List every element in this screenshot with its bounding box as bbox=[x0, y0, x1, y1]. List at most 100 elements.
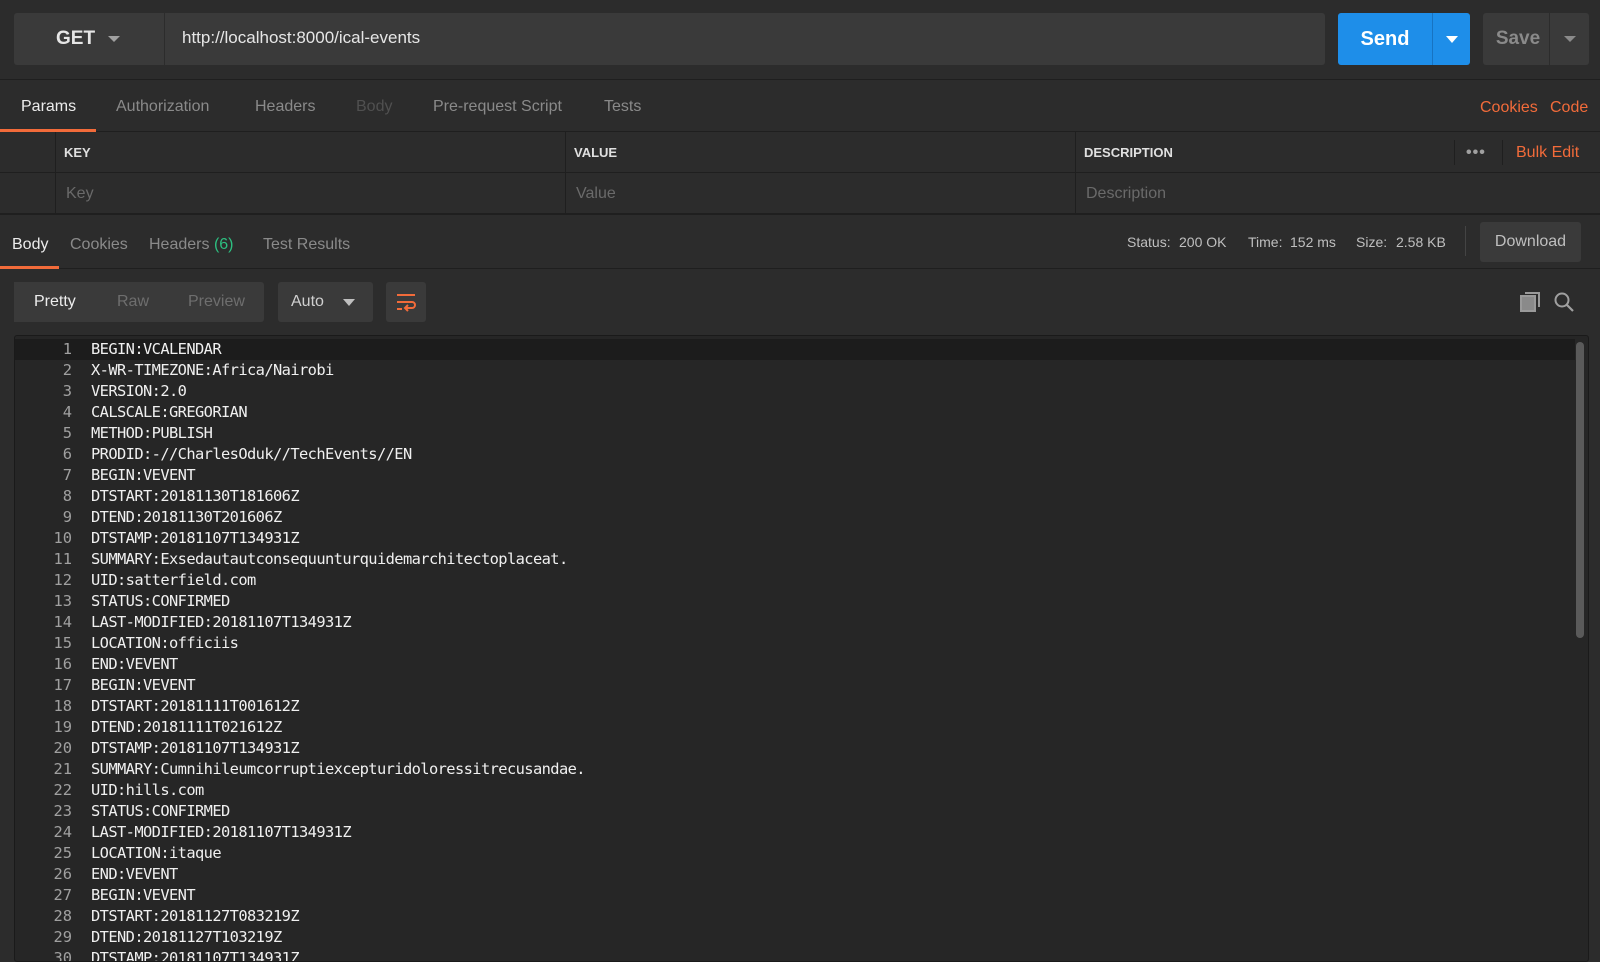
pretty-button[interactable]: Pretty bbox=[34, 293, 76, 311]
line-text: BEGIN:VEVENT bbox=[91, 886, 196, 904]
request-bar: GET http://localhost:8000/ical-events Se… bbox=[0, 0, 1600, 80]
line-text: BEGIN:VCALENDAR bbox=[91, 340, 222, 358]
line-number: 15 bbox=[53, 634, 72, 652]
size-label: Size: bbox=[1356, 234, 1388, 250]
scrollbar[interactable] bbox=[1576, 342, 1584, 638]
line-number: 28 bbox=[53, 907, 72, 925]
preview-button[interactable]: Preview bbox=[188, 293, 245, 311]
line-number: 18 bbox=[53, 697, 72, 715]
line-number: 4 bbox=[62, 403, 72, 421]
code-line: 28 DTSTART:20181127T083219Z bbox=[15, 906, 1575, 927]
line-text: PRODID:-//CharlesOduk//TechEvents//EN bbox=[91, 445, 412, 463]
more-icon[interactable]: ••• bbox=[1466, 144, 1486, 162]
description-header: DESCRIPTION bbox=[1084, 145, 1173, 160]
tab-body[interactable]: Body bbox=[356, 98, 392, 116]
bulk-edit-link[interactable]: Bulk Edit bbox=[1516, 144, 1579, 162]
format-label: Auto bbox=[291, 293, 324, 310]
code-line: 10 DTSTAMP:20181107T134931Z bbox=[15, 528, 1575, 549]
code-line: 6 PRODID:-//CharlesOduk//TechEvents//EN bbox=[15, 444, 1575, 465]
key-header: KEY bbox=[56, 132, 566, 173]
tab-test-results[interactable]: Test Results bbox=[263, 236, 350, 254]
time-label: Time: bbox=[1248, 234, 1283, 250]
description-input[interactable]: Description bbox=[1076, 173, 1600, 214]
format-select[interactable]: Auto bbox=[278, 282, 373, 322]
headers-count-badge: (6) bbox=[213, 236, 234, 253]
tab-response-headers[interactable]: Headers (6) bbox=[149, 236, 234, 254]
code-line: 23 STATUS:CONFIRMED bbox=[15, 801, 1575, 822]
tab-response-cookies[interactable]: Cookies bbox=[70, 236, 128, 254]
line-number: 24 bbox=[53, 823, 72, 841]
response-body-editor[interactable]: 1 BEGIN:VCALENDAR 2 X-WR-TIMEZONE:Africa/Na… bbox=[14, 335, 1589, 962]
line-text: SUMMARY:Exsedautautconsequunturquidemarc… bbox=[91, 550, 568, 568]
line-text: DTSTAMP:20181107T134931Z bbox=[91, 949, 300, 962]
code-line: 19 DTEND:20181111T021612Z bbox=[15, 717, 1575, 738]
code-line: 29 DTEND:20181127T103219Z bbox=[15, 927, 1575, 948]
search-icon[interactable] bbox=[1554, 292, 1574, 312]
send-options-button[interactable] bbox=[1432, 13, 1470, 65]
response-tabs: Body Cookies Headers (6) Test Results St… bbox=[0, 216, 1600, 269]
line-number: 14 bbox=[53, 613, 72, 631]
method-select[interactable]: GET bbox=[14, 13, 164, 65]
url-value: http://localhost:8000/ical-events bbox=[182, 28, 421, 47]
raw-button[interactable]: Raw bbox=[117, 293, 149, 311]
line-text: UID:hills.com bbox=[91, 781, 204, 799]
cookies-link[interactable]: Cookies bbox=[1480, 99, 1538, 117]
line-text: DTSTAMP:20181107T134931Z bbox=[91, 739, 300, 757]
line-number: 25 bbox=[53, 844, 72, 862]
code-line: 15 LOCATION:officiis bbox=[15, 633, 1575, 654]
value-input[interactable]: Value bbox=[566, 173, 1076, 214]
line-text: DTEND:20181127T103219Z bbox=[91, 928, 282, 946]
copy-icon[interactable] bbox=[1520, 292, 1540, 312]
save-button[interactable]: Save bbox=[1483, 13, 1589, 65]
line-number: 16 bbox=[53, 655, 72, 673]
tab-pre-request-script[interactable]: Pre-request Script bbox=[433, 98, 562, 116]
line-number: 8 bbox=[62, 487, 72, 505]
request-tabs: Params Authorization Headers Body Pre-re… bbox=[0, 80, 1600, 132]
code-line: 17 BEGIN:VEVENT bbox=[15, 675, 1575, 696]
line-text: DTEND:20181111T021612Z bbox=[91, 718, 282, 736]
code-line: 21 SUMMARY:Cumnihileumcorruptiexcepturido… bbox=[15, 759, 1575, 780]
line-text: DTSTAMP:20181107T134931Z bbox=[91, 529, 300, 547]
line-number: 27 bbox=[53, 886, 72, 904]
wrap-lines-button[interactable] bbox=[386, 282, 426, 322]
send-button[interactable]: Send bbox=[1338, 13, 1470, 65]
line-number: 7 bbox=[62, 466, 72, 484]
tab-headers[interactable]: Headers bbox=[255, 98, 315, 116]
tab-response-body[interactable]: Body bbox=[12, 236, 48, 254]
code-link[interactable]: Code bbox=[1550, 99, 1588, 117]
code-line: 25 LOCATION:itaque bbox=[15, 843, 1575, 864]
tab-authorization[interactable]: Authorization bbox=[116, 98, 209, 116]
line-number: 3 bbox=[62, 382, 72, 400]
code-line: 24 LAST-MODIFIED:20181107T134931Z bbox=[15, 822, 1575, 843]
tab-params[interactable]: Params bbox=[21, 98, 76, 116]
save-options-button[interactable] bbox=[1549, 13, 1589, 65]
key-input[interactable]: Key bbox=[56, 173, 566, 214]
line-number: 6 bbox=[62, 445, 72, 463]
code-line: 11 SUMMARY:Exsedautautconsequunturquidema… bbox=[15, 549, 1575, 570]
code-line: 27 BEGIN:VEVENT bbox=[15, 885, 1575, 906]
params-header-row: KEY VALUE DESCRIPTION ••• Bulk Edit bbox=[0, 132, 1600, 173]
save-label: Save bbox=[1495, 28, 1541, 49]
line-text: STATUS:CONFIRMED bbox=[91, 592, 230, 610]
download-button[interactable]: Download bbox=[1480, 222, 1581, 262]
row-checkbox[interactable] bbox=[0, 173, 56, 214]
tab-tests[interactable]: Tests bbox=[604, 98, 641, 116]
line-text: DTSTART:20181130T181606Z bbox=[91, 487, 300, 505]
code-line: 26 END:VEVENT bbox=[15, 864, 1575, 885]
line-text: LAST-MODIFIED:20181107T134931Z bbox=[91, 613, 352, 631]
row-checkbox-column bbox=[0, 132, 56, 173]
status-value: 200 OK bbox=[1179, 234, 1227, 250]
line-number: 23 bbox=[53, 802, 72, 820]
line-number: 11 bbox=[53, 550, 72, 568]
code-line: 5 METHOD:PUBLISH bbox=[15, 423, 1575, 444]
code-line: 12 UID:satterfield.com bbox=[15, 570, 1575, 591]
method-label: GET bbox=[56, 28, 96, 49]
divider bbox=[1454, 140, 1455, 165]
code-line: 14 LAST-MODIFIED:20181107T134931Z bbox=[15, 612, 1575, 633]
line-text: END:VEVENT bbox=[91, 655, 178, 673]
line-number: 30 bbox=[53, 949, 72, 962]
line-text: DTSTART:20181111T001612Z bbox=[91, 697, 300, 715]
url-input[interactable]: http://localhost:8000/ical-events bbox=[165, 13, 1325, 65]
size-value: 2.58 KB bbox=[1396, 234, 1446, 250]
code-line: 2 X-WR-TIMEZONE:Africa/Nairobi bbox=[15, 360, 1575, 381]
